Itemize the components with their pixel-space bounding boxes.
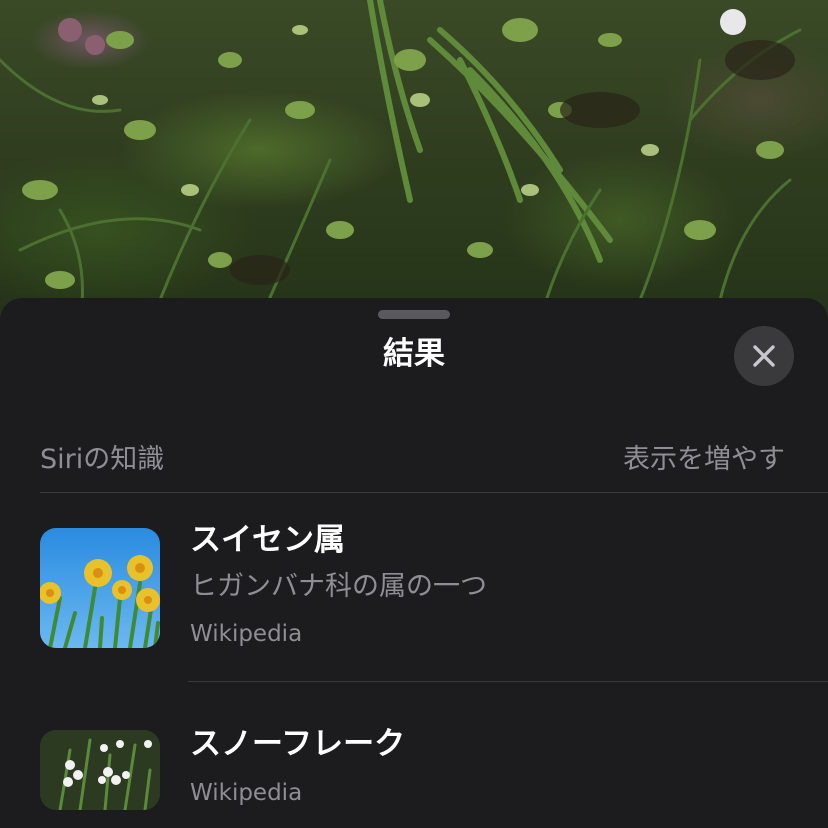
result-divider [188,681,828,682]
show-more-button[interactable]: 表示を増やす [623,440,785,480]
close-button[interactable] [734,326,794,386]
section-header: Siriの知識 表示を増やす [40,440,788,480]
result-item-daffodil[interactable]: スイセン属 ヒガンバナ科の属の一つ Wikipedia [40,522,828,653]
visual-lookup-screen: 結果 Siriの知識 表示を増やす スイセン属 ヒガンバナ科の属の一つ Wiki… [0,0,828,828]
snowflake-thumbnail [40,730,160,810]
result-item-snowflake[interactable]: スノーフレーク Wikipedia [40,726,828,820]
result-title: スイセン属 [190,522,345,558]
result-source: Wikipedia [190,780,303,806]
section-divider [40,492,828,493]
result-title: スノーフレーク [190,726,406,762]
results-sheet: 結果 Siriの知識 表示を増やす スイセン属 ヒガンバナ科の属の一つ Wiki… [0,298,828,828]
result-source: Wikipedia [190,621,303,647]
sheet-grabber[interactable] [378,310,450,319]
section-title: Siriの知識 [40,444,165,475]
daffodil-thumbnail [40,528,160,648]
sheet-title: 結果 [383,336,445,372]
result-subtitle: ヒガンバナ科の属の一つ [190,571,487,602]
background-photo [0,0,828,320]
close-icon [753,345,775,367]
